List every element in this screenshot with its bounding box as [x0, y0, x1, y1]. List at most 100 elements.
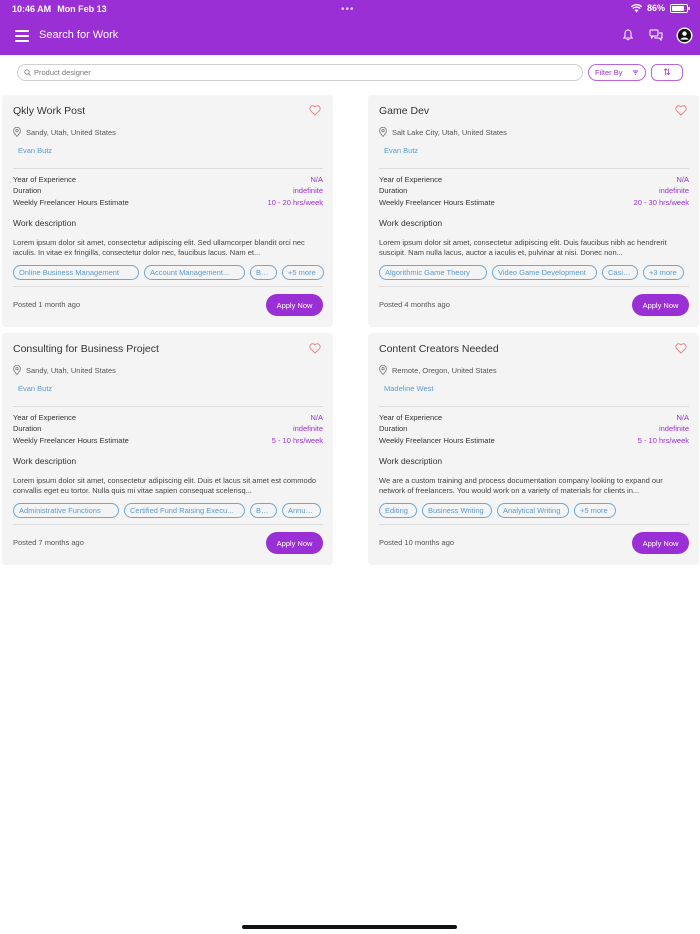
location-text: Salt Lake City, Utah, United States	[392, 127, 507, 137]
job-title[interactable]: Qkly Work Post	[13, 105, 85, 117]
battery-percent: 86%	[646, 3, 665, 13]
experience-row: Year of Experience N/A	[13, 413, 323, 422]
apply-now-button[interactable]: Apply Now	[632, 294, 689, 316]
skill-tag[interactable]: Casino...	[602, 265, 638, 280]
filter-dropdown[interactable]: Filter By	[588, 64, 646, 81]
filter-label: Filter By	[595, 68, 623, 77]
page-title: Search for Work	[39, 29, 119, 41]
work-description-label: Work description	[13, 218, 77, 228]
experience-label: Year of Experience	[13, 413, 77, 422]
skill-tags: Administrative Functions Certified Fund R…	[13, 503, 325, 518]
divider	[13, 406, 323, 407]
search-box[interactable]	[17, 64, 583, 81]
apply-now-button[interactable]: Apply Now	[266, 532, 323, 554]
heart-icon[interactable]	[675, 341, 687, 359]
search-row: Filter By ⇅	[0, 55, 700, 91]
hours-value: 5 - 10 hrs/week	[271, 436, 323, 445]
filter-caret-icon	[633, 70, 638, 75]
skill-tag[interactable]: Online Business Management	[13, 265, 139, 280]
apply-now-button[interactable]: Apply Now	[632, 532, 689, 554]
job-location: Remote, Oregon, United States	[379, 365, 497, 375]
work-description-label: Work description	[379, 456, 443, 466]
work-description-text: Lorem ipsum dolor sit amet, consectetur …	[13, 476, 317, 495]
divider	[13, 168, 323, 169]
heart-icon[interactable]	[309, 341, 321, 359]
top-navbar: Search for Work	[0, 18, 700, 55]
duration-value: indefinite	[658, 186, 689, 195]
wifi-icon	[630, 3, 642, 12]
skill-tag[interactable]: Account Management...	[144, 265, 245, 280]
hours-row: Weekly Freelancer Hours Estimate 5 - 10 …	[379, 436, 689, 445]
job-title[interactable]: Consulting for Business Project	[13, 343, 159, 355]
hours-value: 5 - 10 hrs/week	[637, 436, 689, 445]
location-pin-icon	[13, 127, 21, 137]
location-pin-icon	[13, 365, 21, 375]
skill-tag[interactable]: Editing	[379, 503, 417, 518]
avatar-icon[interactable]	[675, 26, 693, 44]
experience-row: Year of Experience N/A	[13, 175, 323, 184]
duration-row: Duration indefinite	[379, 186, 689, 195]
job-card[interactable]: Qkly Work Post Sandy, Utah, United State…	[2, 95, 333, 327]
poster-name-link[interactable]: Evan Butz	[18, 146, 52, 155]
job-title[interactable]: Game Dev	[379, 105, 429, 117]
job-card[interactable]: Consulting for Business Project Sandy, U…	[2, 333, 333, 565]
experience-value: N/A	[676, 175, 689, 184]
skill-tags: Online Business Management Account Manage…	[13, 265, 325, 280]
sort-icon: ⇅	[663, 67, 671, 77]
hours-value: 10 - 20 hrs/week	[267, 198, 323, 207]
location-text: Sandy, Utah, United States	[26, 127, 116, 137]
skill-tag[interactable]: Busi...	[250, 265, 277, 280]
skill-tags: Editing Business Writing Analytical Writin…	[379, 503, 691, 518]
battery-icon	[670, 3, 690, 13]
skill-tag[interactable]: +5 more	[574, 503, 616, 518]
home-indicator[interactable]	[242, 925, 457, 929]
skill-tag[interactable]: Algorithmic Game Theory	[379, 265, 487, 280]
hours-label: Weekly Freelancer Hours Estimate	[13, 198, 129, 207]
divider	[13, 286, 323, 287]
heart-icon[interactable]	[309, 103, 321, 121]
skill-tag[interactable]: Administrative Functions	[13, 503, 119, 518]
poster-name-link[interactable]: Madeline West	[384, 384, 433, 393]
experience-row: Year of Experience N/A	[379, 413, 689, 422]
multitasking-dots-icon[interactable]: •••	[341, 4, 355, 15]
job-location: Sandy, Utah, United States	[13, 127, 116, 137]
apply-now-button[interactable]: Apply Now	[266, 294, 323, 316]
poster-name-link[interactable]: Evan Butz	[18, 384, 52, 393]
skill-tag[interactable]: Video Game Development	[492, 265, 597, 280]
duration-label: Duration	[13, 424, 42, 433]
duration-row: Duration indefinite	[13, 424, 323, 433]
hours-value: 20 - 30 hrs/week	[633, 198, 689, 207]
status-right: 86%	[630, 3, 690, 13]
experience-label: Year of Experience	[379, 413, 443, 422]
heart-icon[interactable]	[675, 103, 687, 121]
navbar-actions	[619, 26, 693, 44]
skill-tag[interactable]: +5 more	[282, 265, 324, 280]
experience-value: N/A	[310, 413, 323, 422]
hours-row: Weekly Freelancer Hours Estimate 20 - 30…	[379, 198, 689, 207]
hours-row: Weekly Freelancer Hours Estimate 10 - 20…	[13, 198, 323, 207]
menu-icon[interactable]	[15, 30, 29, 42]
bell-icon[interactable]	[619, 26, 637, 44]
divider	[379, 524, 689, 525]
poster-name-link[interactable]: Evan Butz	[384, 146, 418, 155]
sort-button[interactable]: ⇅	[651, 64, 683, 81]
posted-time: Posted 7 months ago	[13, 538, 84, 547]
job-title[interactable]: Content Creators Needed	[379, 343, 499, 355]
skill-tag[interactable]: Annual...	[282, 503, 321, 518]
duration-label: Duration	[13, 186, 42, 195]
skill-tag[interactable]: Analytical Writing	[497, 503, 569, 518]
job-card[interactable]: Game Dev Salt Lake City, Utah, United St…	[368, 95, 699, 327]
search-input[interactable]	[34, 68, 534, 77]
divider	[379, 286, 689, 287]
duration-value: indefinite	[658, 424, 689, 433]
status-bar: 10:46 AM Mon Feb 13 ••• 86%	[0, 0, 700, 18]
location-pin-icon	[379, 365, 387, 375]
chat-icon[interactable]	[647, 26, 665, 44]
skill-tag[interactable]: Certified Fund Raising Execu...	[124, 503, 245, 518]
skill-tag[interactable]: Bon...	[250, 503, 277, 518]
job-card[interactable]: Content Creators Needed Remote, Oregon, …	[368, 333, 699, 565]
duration-value: indefinite	[292, 186, 323, 195]
skill-tag[interactable]: Business Writing	[422, 503, 492, 518]
skill-tag[interactable]: +3 more	[643, 265, 684, 280]
divider	[13, 524, 323, 525]
